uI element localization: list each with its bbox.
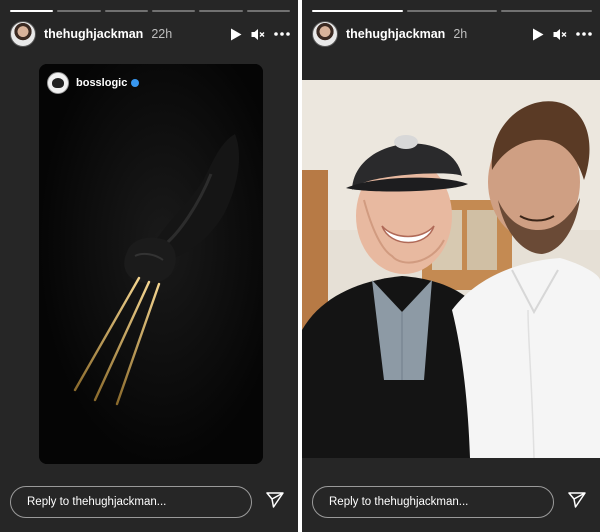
story-controls	[532, 28, 592, 41]
story-header: thehughjackman 2h	[312, 20, 592, 48]
progress-segment	[246, 10, 290, 12]
verified-icon	[131, 79, 140, 87]
card-header: bosslogic	[47, 72, 140, 94]
play-icon[interactable]	[230, 28, 242, 41]
story-header: thehughjackman 22h	[10, 20, 290, 48]
play-icon[interactable]	[532, 28, 544, 41]
story-panel-right[interactable]: thehughjackman 2h Reply to thehughjackma…	[302, 0, 600, 532]
story-username[interactable]: thehughjackman	[44, 27, 143, 41]
claw-artwork	[39, 64, 263, 464]
progress-segment	[501, 10, 593, 12]
story-time: 22h	[151, 27, 173, 41]
mute-icon[interactable]	[251, 28, 265, 41]
story-panel-left[interactable]: thehughjackman 22h bosslogic Reply to th…	[0, 0, 298, 532]
more-icon[interactable]	[576, 32, 592, 36]
progress-segment	[199, 10, 243, 12]
progress-segment	[10, 10, 54, 12]
story-username[interactable]: thehughjackman	[346, 27, 445, 41]
send-icon[interactable]	[568, 491, 586, 513]
reply-row: Reply to thehughjackman...	[312, 484, 590, 520]
story-progress-bar	[10, 10, 290, 12]
avatar[interactable]	[10, 21, 36, 47]
progress-segment	[151, 10, 196, 12]
progress-segment	[57, 10, 101, 12]
story-progress-bar	[312, 10, 593, 12]
shared-post-card[interactable]: bosslogic	[39, 64, 263, 464]
progress-segment	[104, 10, 148, 12]
story-time: 2h	[453, 27, 468, 41]
more-icon[interactable]	[274, 32, 290, 36]
send-icon[interactable]	[266, 491, 284, 513]
story-controls	[230, 28, 290, 41]
card-avatar[interactable]	[47, 72, 69, 94]
progress-segment	[406, 10, 498, 12]
reply-input[interactable]: Reply to thehughjackman...	[10, 486, 252, 518]
card-username[interactable]: bosslogic	[76, 77, 127, 89]
progress-segment	[312, 10, 403, 12]
story-photo	[302, 80, 600, 458]
reply-input[interactable]: Reply to thehughjackman...	[312, 486, 554, 518]
mute-icon[interactable]	[553, 28, 567, 41]
avatar[interactable]	[312, 21, 338, 47]
reply-row: Reply to thehughjackman...	[10, 484, 288, 520]
